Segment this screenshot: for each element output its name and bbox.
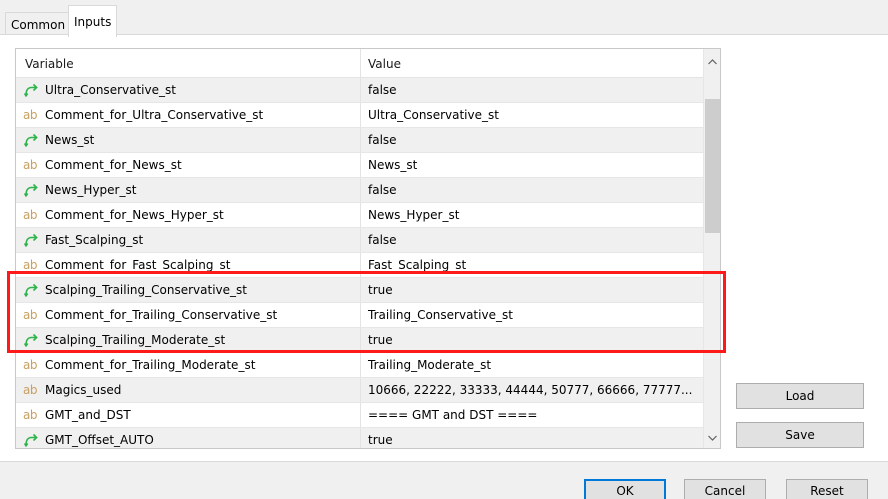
variable-name: Magics_used [45,383,122,397]
value-cell[interactable]: Ultra_Conservative_st [361,103,704,127]
table-row[interactable]: ab GMT_and_DST ==== GMT and DST ==== [16,403,704,428]
value-cell[interactable]: false [361,78,704,102]
table-row[interactable]: ab Magics_used 10666, 22222, 33333, 44444,… [16,378,704,403]
load-button[interactable]: Load [736,383,864,409]
variable-name: Comment_for_News_st [45,158,182,172]
cancel-button[interactable]: Cancel [684,479,766,499]
variable-cell: ab Comment_for_News_Hyper_st [16,203,361,227]
ab-string-icon: ab [23,208,37,222]
ab-string-icon: ab [23,308,37,322]
ok-button[interactable]: OK [584,479,666,499]
variable-name: GMT_Offset_AUTO [45,433,154,447]
tab-inputs[interactable]: Inputs [68,5,118,37]
variable-name: Comment_for_News_Hyper_st [45,208,224,222]
ab-string-icon: ab [23,358,37,372]
scroll-down-icon[interactable] [704,429,720,446]
ab-string-icon: ab [23,108,37,122]
variable-cell: Scalping_Trailing_Conservative_st [16,278,361,302]
value-cell[interactable]: true [361,328,704,352]
value-cell[interactable]: Trailing_Moderate_st [361,353,704,377]
value-cell[interactable]: false [361,128,704,152]
variable-name: Comment_for_Ultra_Conservative_st [45,108,264,122]
table-row[interactable]: ab Comment_for_Fast_Scalping_st Fast_Scalp… [16,253,704,278]
variable-name: Ultra_Conservative_st [45,83,176,97]
green-arrow-icon [23,282,41,298]
variable-name: News_Hyper_st [45,183,137,197]
variable-cell: ab Comment_for_Ultra_Conservative_st [16,103,361,127]
table-row[interactable]: Fast_Scalping_st false [16,228,704,253]
value-cell[interactable]: false [361,228,704,252]
value-cell[interactable]: false [361,178,704,202]
value-cell[interactable]: true [361,428,704,448]
green-arrow-icon [23,82,41,98]
variable-name: Fast_Scalping_st [45,233,144,247]
green-arrow-icon [23,432,41,448]
variable-name: News_st [45,133,95,147]
table-row[interactable]: ab Comment_for_Trailing_Conservative_st Tr… [16,303,704,328]
green-arrow-icon [23,332,41,348]
grid-header: Variable Value [16,49,704,78]
value-cell[interactable]: News_Hyper_st [361,203,704,227]
save-button[interactable]: Save [736,422,864,448]
value-cell[interactable]: 10666, 22222, 33333, 44444, 50777, 66666… [361,378,704,402]
green-arrow-icon [23,182,41,198]
variable-cell: ab Comment_for_News_st [16,153,361,177]
table-row[interactable]: Scalping_Trailing_Conservative_st true [16,278,704,303]
variable-cell: ab Comment_for_Trailing_Conservative_st [16,303,361,327]
variable-cell: GMT_Offset_AUTO [16,428,361,448]
variable-cell: ab GMT_and_DST [16,403,361,427]
ab-string-icon: ab [23,258,37,272]
table-row[interactable]: Scalping_Trailing_Moderate_st true [16,328,704,353]
value-cell[interactable]: ==== GMT and DST ==== [361,403,704,427]
green-arrow-icon [23,132,41,148]
table-row[interactable]: ab Comment_for_Trailing_Moderate_st Traili… [16,353,704,378]
table-row[interactable]: Ultra_Conservative_st false [16,78,704,103]
scrollbar-thumb[interactable] [705,99,720,233]
variable-name: Scalping_Trailing_Conservative_st [45,283,247,297]
table-row[interactable]: ab Comment_for_News_Hyper_st News_Hyper_st [16,203,704,228]
tab-common[interactable]: Common [5,12,72,36]
reset-button[interactable]: Reset [786,479,868,499]
variable-name: Comment_for_Trailing_Conservative_st [45,308,278,322]
vertical-scrollbar[interactable] [703,49,720,448]
value-cell[interactable]: Trailing_Conservative_st [361,303,704,327]
variable-name: Comment_for_Fast_Scalping_st [45,258,231,272]
green-arrow-icon [23,232,41,248]
tab-bar: Common Inputs [0,0,888,37]
variable-name: Comment_for_Trailing_Moderate_st [45,358,256,372]
grid-rows: Ultra_Conservative_st false ab Comment_for_… [16,78,704,448]
variable-name: GMT_and_DST [45,408,131,422]
value-cell[interactable]: true [361,278,704,302]
variable-cell: News_st [16,128,361,152]
variable-cell: Ultra_Conservative_st [16,78,361,102]
variable-name: Scalping_Trailing_Moderate_st [45,333,226,347]
ab-string-icon: ab [23,408,37,422]
variable-cell: Scalping_Trailing_Moderate_st [16,328,361,352]
column-header-value[interactable]: Value [361,49,704,78]
inputs-grid: Variable Value Ultra_Conservative_st fals… [15,48,721,449]
table-row[interactable]: ab Comment_for_Ultra_Conservative_st Ultra… [16,103,704,128]
scroll-up-icon[interactable] [704,53,720,70]
table-row[interactable]: News_st false [16,128,704,153]
value-cell[interactable]: Fast_Scalping_st [361,253,704,277]
variable-cell: ab Comment_for_Trailing_Moderate_st [16,353,361,377]
table-row[interactable]: News_Hyper_st false [16,178,704,203]
ab-string-icon: ab [23,383,37,397]
value-cell[interactable]: News_st [361,153,704,177]
variable-cell: ab Magics_used [16,378,361,402]
table-row[interactable]: ab Comment_for_News_st News_st [16,153,704,178]
variable-cell: News_Hyper_st [16,178,361,202]
variable-cell: ab Comment_for_Fast_Scalping_st [16,253,361,277]
column-header-variable[interactable]: Variable [16,49,361,78]
ab-string-icon: ab [23,158,37,172]
variable-cell: Fast_Scalping_st [16,228,361,252]
table-row[interactable]: GMT_Offset_AUTO true [16,428,704,448]
